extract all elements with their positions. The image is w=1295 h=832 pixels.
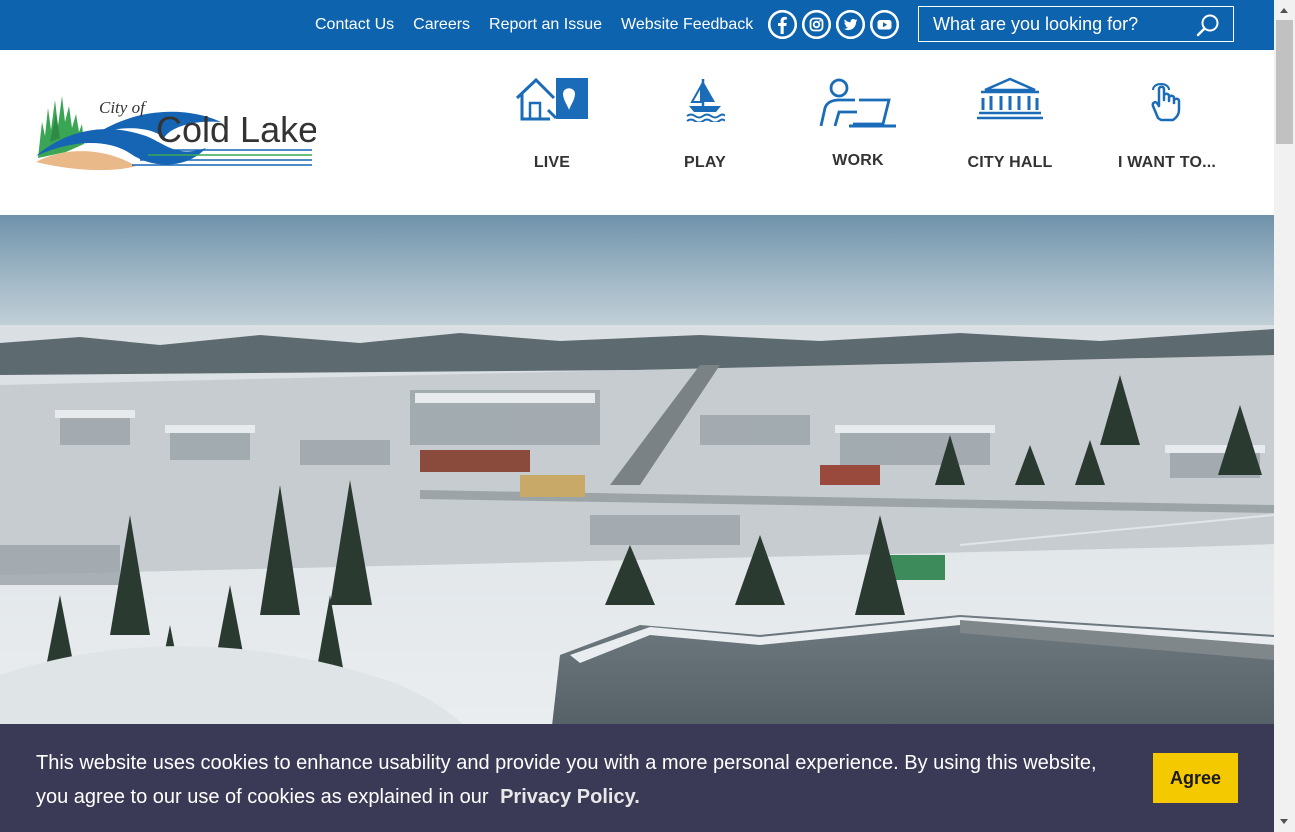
instagram-icon[interactable] [802, 10, 831, 39]
logo-name: Cold Lake [156, 109, 316, 150]
nav-live-label: LIVE [533, 154, 571, 171]
nav-play-label: PLAY [683, 154, 726, 171]
utility-bar: Contact Us Careers Report an Issue Websi… [0, 0, 1274, 50]
house-location-icon [477, 76, 627, 128]
scroll-up-icon[interactable] [1280, 8, 1288, 13]
page-scrollbar[interactable] [1274, 0, 1295, 832]
careers-link[interactable]: Careers [413, 16, 470, 34]
nav-city-hall-label: CITY HALL [967, 154, 1053, 171]
facebook-icon[interactable] [768, 10, 797, 39]
logo-city-of: City of [99, 98, 147, 117]
site-header: City of Cold Lake LIVE PLAY WORK CITY HA… [0, 50, 1274, 215]
report-issue-link[interactable]: Report an Issue [489, 16, 602, 34]
nav-work-label: WORK [832, 152, 884, 169]
cookie-banner: This website uses cookies to enhance usa… [0, 724, 1274, 832]
search-box [918, 6, 1234, 42]
website-feedback-link[interactable]: Website Feedback [621, 16, 753, 34]
social-links [768, 10, 904, 39]
sailboat-icon [630, 76, 780, 128]
contact-us-link[interactable]: Contact Us [315, 16, 394, 34]
youtube-icon[interactable] [870, 10, 899, 39]
city-hall-building-icon [935, 76, 1085, 128]
privacy-policy-link[interactable]: Privacy Policy. [500, 786, 640, 808]
pointing-hand-icon [1092, 76, 1242, 128]
person-laptop-icon [783, 76, 933, 128]
search-input[interactable] [919, 12, 1195, 36]
cookie-message-container: This website uses cookies to enhance usa… [36, 746, 1126, 814]
twitter-icon[interactable] [836, 10, 865, 39]
page: Contact Us Careers Report an Issue Websi… [0, 0, 1274, 832]
nav-i-want-to-label: I WANT TO... [1117, 154, 1217, 171]
utility-links: Contact Us Careers Report an Issue Websi… [315, 0, 772, 50]
agree-button[interactable]: Agree [1153, 753, 1238, 803]
scroll-down-icon[interactable] [1280, 819, 1288, 824]
scrollbar-thumb[interactable] [1276, 20, 1293, 144]
city-logo[interactable]: City of Cold Lake [36, 92, 318, 174]
search-icon[interactable] [1195, 13, 1221, 44]
